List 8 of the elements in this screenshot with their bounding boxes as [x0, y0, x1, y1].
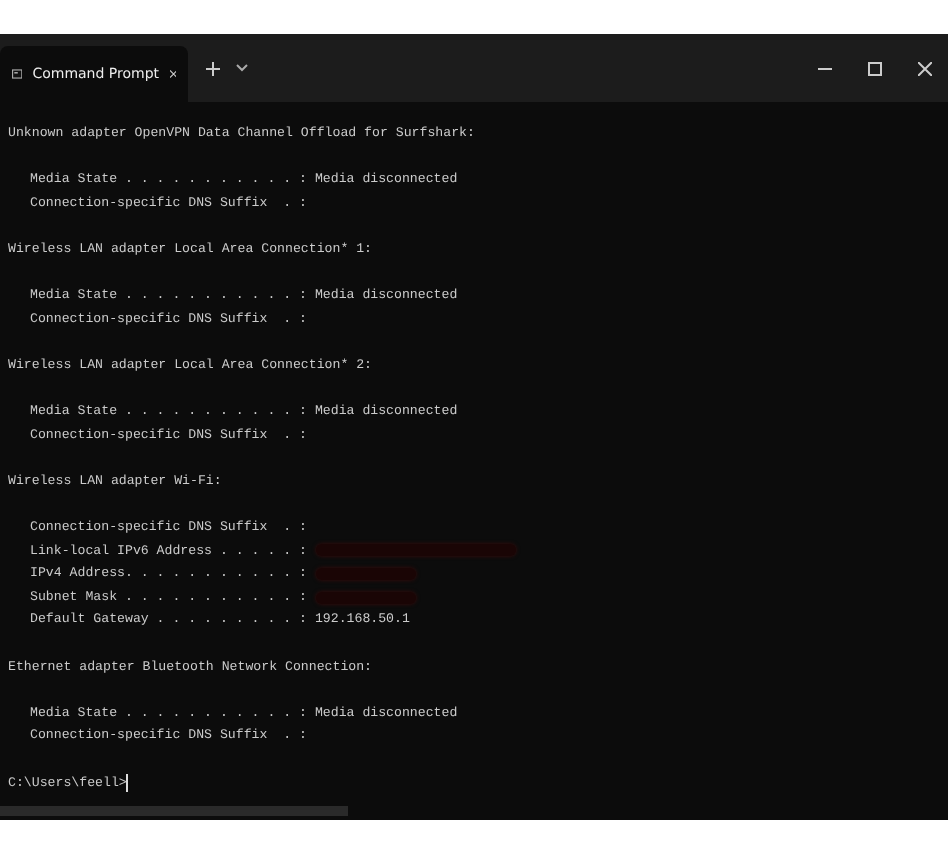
chevron-down-icon[interactable] [236, 64, 248, 72]
text-cursor [126, 773, 129, 792]
plus-icon[interactable] [206, 61, 220, 75]
horizontal-scrollbar[interactable] [0, 806, 348, 816]
maximize-icon[interactable] [868, 61, 882, 75]
close-tab-icon[interactable] [169, 68, 176, 80]
close-icon[interactable] [918, 61, 932, 75]
terminal-icon [12, 66, 23, 82]
